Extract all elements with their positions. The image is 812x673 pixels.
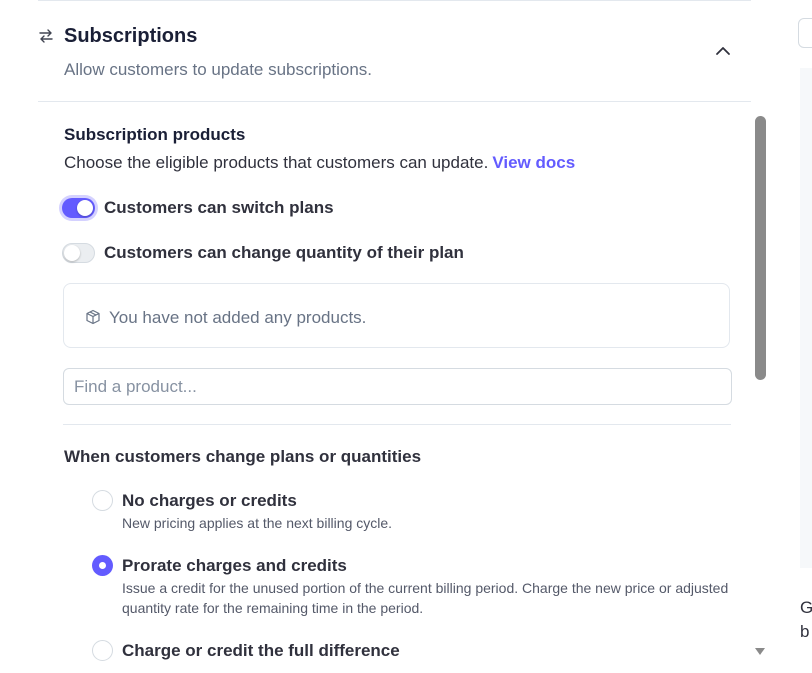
scrollbar-thumb[interactable] (755, 116, 766, 380)
products-description: Choose the eligible products that custom… (64, 153, 575, 173)
section-title: Subscriptions (64, 25, 198, 47)
header-divider (38, 101, 751, 102)
section-divider (63, 424, 731, 425)
right-panel-preview (800, 68, 812, 568)
radio-label-prorate: Prorate charges and credits (122, 556, 347, 575)
switch-plans-label: Customers can switch plans (104, 198, 334, 217)
change-quantity-label: Customers can change quantity of their p… (104, 243, 464, 262)
radio-label-no-charges: No charges or credits (122, 491, 297, 510)
chevron-up-icon (716, 47, 730, 55)
products-description-text: Choose the eligible products that custom… (64, 153, 489, 172)
switch-plans-toggle[interactable] (62, 198, 95, 218)
box-icon (85, 309, 101, 325)
radio-prorate[interactable] (92, 555, 113, 576)
products-title: Subscription products (64, 125, 246, 144)
right-panel-control[interactable] (798, 18, 812, 48)
radio-label-full-difference: Charge or credit the full difference (122, 641, 400, 660)
toggle-knob (64, 245, 80, 261)
toggle-knob (77, 200, 93, 216)
scroll-down-arrow-icon[interactable] (754, 644, 766, 656)
top-divider (38, 0, 751, 1)
change-quantity-toggle[interactable] (62, 243, 95, 263)
view-docs-link[interactable]: View docs (492, 153, 575, 172)
products-empty-state: You have not added any products. (63, 283, 730, 348)
arrows-swap-icon (38, 28, 54, 44)
right-panel-text-2: b (800, 622, 810, 641)
right-panel-text-1: G (800, 598, 812, 617)
radio-no-charges[interactable] (92, 490, 113, 511)
empty-message: You have not added any products. (109, 308, 367, 327)
find-product-input[interactable] (63, 368, 732, 405)
proration-title: When customers change plans or quantitie… (64, 447, 422, 466)
radio-description-prorate: Issue a credit for the unused portion of… (122, 580, 729, 616)
radio-full-difference[interactable] (92, 640, 113, 661)
collapse-button[interactable] (710, 40, 736, 62)
radio-description-no-charges: New pricing applies at the next billing … (122, 515, 393, 531)
section-description: Allow customers to update subscriptions. (64, 60, 373, 79)
